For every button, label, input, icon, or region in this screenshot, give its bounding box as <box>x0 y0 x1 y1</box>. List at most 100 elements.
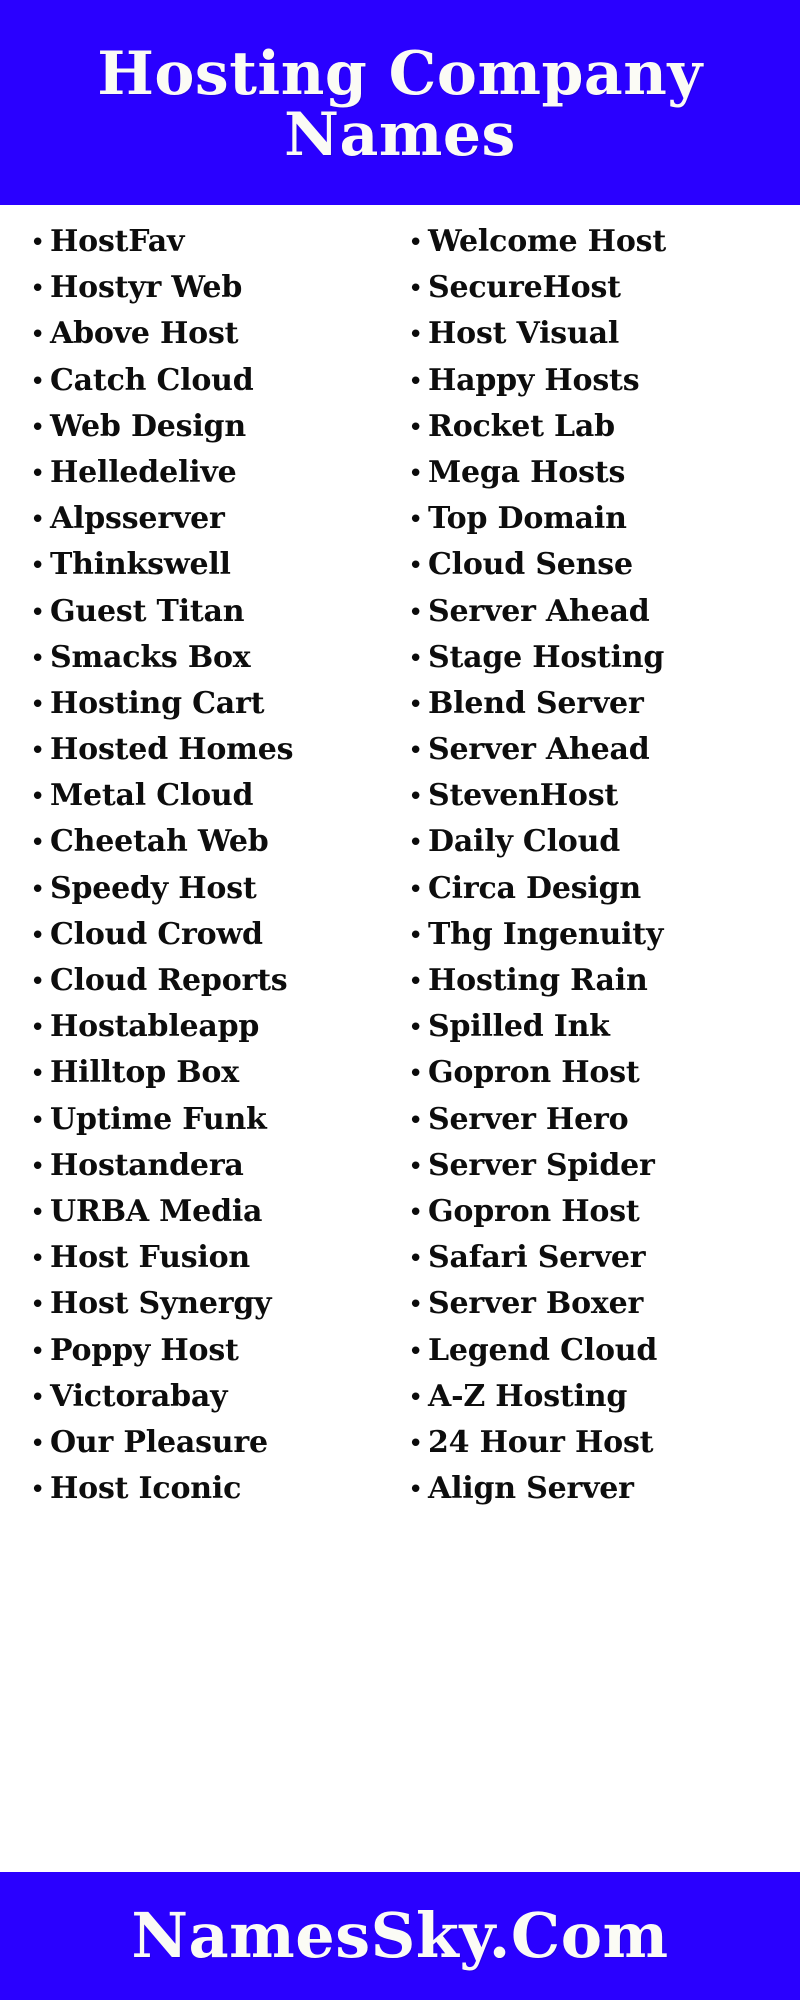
bullet-icon: • <box>30 320 46 351</box>
list-item: • Hostableapp <box>30 1004 398 1050</box>
bullet-icon: • <box>408 782 424 813</box>
list-item: • Host Synergy <box>30 1281 398 1327</box>
list-item: • URBA Media <box>30 1189 398 1235</box>
list-item: • Cheetah Web <box>30 819 398 865</box>
bullet-icon: • <box>408 1105 424 1136</box>
bullet-icon: • <box>30 782 46 813</box>
list-item: • Poppy Host <box>30 1328 398 1374</box>
left-column: • HostFav • Hostyr Web • Above Host • Catch Clo… <box>0 219 398 1512</box>
bullet-icon: • <box>408 505 424 536</box>
bullet-icon: • <box>30 828 46 859</box>
list-item: • Our Pleasure <box>30 1420 398 1466</box>
name-label: Guest Titan <box>50 593 245 629</box>
name-label: Above Host <box>50 316 239 352</box>
list-item: • Hostyr Web <box>30 265 398 311</box>
name-label: Poppy Host <box>50 1332 239 1368</box>
infographic-poster: Hosting Company Names • HostFav • Hostyr We… <box>0 0 800 2000</box>
name-label: Hosted Homes <box>50 732 294 768</box>
list-item: • Cloud Sense <box>408 542 800 588</box>
bullet-icon: • <box>408 458 424 489</box>
list-item: • Helledelive <box>30 450 398 496</box>
bullet-icon: • <box>408 320 424 351</box>
list-item: • Daily Cloud <box>408 819 800 865</box>
list-item: • Stage Hosting <box>408 635 800 681</box>
name-label: Top Domain <box>428 501 627 537</box>
bullet-icon: • <box>30 1475 46 1506</box>
name-label: Gopron Host <box>428 1193 640 1229</box>
name-label: Speedy Host <box>50 870 257 906</box>
name-label: Uptime Funk <box>50 1101 267 1137</box>
name-label: Blend Server <box>428 685 644 721</box>
bullet-icon: • <box>30 1105 46 1136</box>
list-item: • Thg Ingenuity <box>408 912 800 958</box>
site-brand: NamesSky.Com <box>131 1899 669 1972</box>
name-label: Hosting Rain <box>428 963 648 998</box>
bullet-icon: • <box>30 1244 46 1275</box>
list-item: • Alpsserver <box>30 496 398 542</box>
list-item: • Above Host <box>30 311 398 357</box>
list-item: • Web Design <box>30 404 398 450</box>
list-item: • Smacks Box <box>30 635 398 681</box>
name-label: Thg Ingenuity <box>428 916 664 952</box>
bullet-icon: • <box>408 1475 424 1506</box>
name-label: Host Iconic <box>50 1471 242 1507</box>
list-item: • Hostandera <box>30 1143 398 1189</box>
bullet-icon: • <box>30 1382 46 1413</box>
name-label: Stage Hosting <box>428 639 665 675</box>
bullet-icon: • <box>30 1428 46 1459</box>
name-label: Catch Cloud <box>50 362 254 398</box>
bullet-icon: • <box>30 458 46 489</box>
footer-banner: NamesSky.Com <box>0 1872 800 2000</box>
list-item: • Speedy Host <box>30 866 398 912</box>
bullet-icon: • <box>30 1197 46 1228</box>
list-item: • Cloud Crowd <box>30 912 398 958</box>
name-label: Server Ahead <box>428 593 650 629</box>
list-item: • Hosting Cart <box>30 681 398 727</box>
list-item: • Gopron Host <box>408 1189 800 1235</box>
page-title: Hosting Company Names <box>97 44 703 165</box>
bullet-icon: • <box>408 1059 424 1090</box>
right-column: • Welcome Host • SecureHost • Host Visual • Hap… <box>398 219 800 1512</box>
list-item: • Blend Server <box>408 681 800 727</box>
list-item: • Server Ahead <box>408 727 800 773</box>
name-label: Hostableapp <box>50 1009 260 1045</box>
bullet-icon: • <box>30 1336 46 1367</box>
name-label: Happy Hosts <box>428 362 640 398</box>
list-item: • Server Boxer <box>408 1281 800 1327</box>
name-label: Host Visual <box>428 316 620 352</box>
bullet-icon: • <box>408 689 424 720</box>
bullet-icon: • <box>408 736 424 767</box>
list-item: • StevenHost <box>408 773 800 819</box>
right-name-list: • Welcome Host • SecureHost • Host Visual • Hap… <box>408 219 800 1512</box>
name-label: Helledelive <box>50 454 237 490</box>
bullet-icon: • <box>408 967 424 997</box>
name-label: SecureHost <box>428 270 621 306</box>
list-item: • Top Domain <box>408 496 800 542</box>
list-item: • Align Server <box>408 1466 800 1512</box>
name-label: Welcome Host <box>428 224 666 259</box>
name-label: Hilltop Box <box>50 1055 239 1091</box>
bullet-icon: • <box>30 967 46 997</box>
bullet-icon: • <box>30 228 46 258</box>
list-item: • Cloud Reports <box>30 958 398 1004</box>
name-label: Server Ahead <box>428 732 650 768</box>
bullet-icon: • <box>408 597 424 628</box>
bullet-icon: • <box>30 1059 46 1090</box>
name-label: Circa Design <box>428 870 642 906</box>
list-item: • Catch Cloud <box>30 358 398 404</box>
list-item: • Safari Server <box>408 1235 800 1281</box>
name-label: Legend Cloud <box>428 1332 658 1368</box>
name-label: 24 Hour Host <box>428 1424 654 1460</box>
name-label: HostFav <box>50 224 185 259</box>
bullet-icon: • <box>30 505 46 536</box>
name-label: Server Spider <box>428 1147 655 1183</box>
list-item: • Uptime Funk <box>30 1097 398 1143</box>
bullet-icon: • <box>408 1244 424 1275</box>
name-label: Server Hero <box>428 1101 629 1137</box>
name-label: Cheetah Web <box>50 824 269 860</box>
name-label: Hosting Cart <box>50 685 265 721</box>
list-item: • Spilled Ink <box>408 1004 800 1050</box>
name-label: Spilled Ink <box>428 1009 610 1045</box>
bullet-icon: • <box>30 736 46 767</box>
list-item: • Host Fusion <box>30 1235 398 1281</box>
